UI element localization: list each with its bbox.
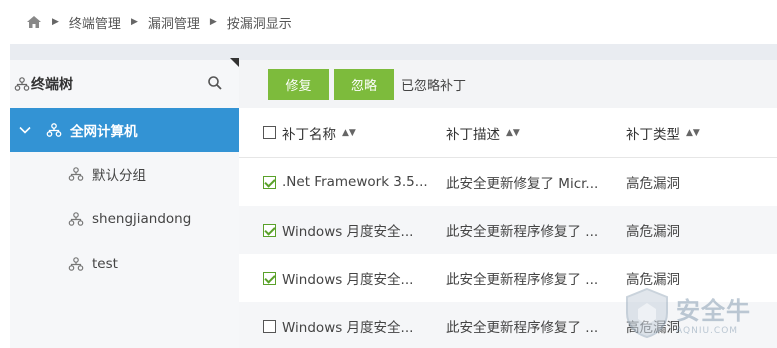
column-label: 补丁类型 — [626, 126, 680, 143]
chevron-right-icon: ▶ — [209, 17, 217, 27]
table-row[interactable]: .Net Framework 3.5... 此安全更新修复了 Micr... 高… — [239, 158, 777, 206]
tree-node-test[interactable]: test — [10, 242, 239, 286]
row-checkbox[interactable] — [263, 223, 276, 237]
network-icon — [68, 212, 84, 226]
tree-node-label: shengjiandong — [92, 211, 192, 227]
network-icon — [14, 77, 30, 91]
ignored-patches-link[interactable]: 已忽略补丁 — [401, 75, 466, 94]
patch-type: 高危漏洞 — [626, 224, 680, 240]
patch-desc: 此安全更新修复了 Micr... — [446, 176, 599, 192]
tree-node-shengjiandong[interactable]: shengjiandong — [10, 197, 239, 241]
row-checkbox[interactable] — [263, 175, 276, 189]
tree-title: 终端树 — [31, 77, 73, 93]
sort-icon[interactable]: ▲▼ — [342, 128, 356, 138]
shield-logo-icon — [626, 287, 668, 339]
column-label: 补丁名称 — [282, 126, 336, 143]
tree-node-all-computers[interactable]: 全网计算机 — [10, 108, 239, 152]
network-icon — [68, 257, 84, 271]
chevron-down-icon[interactable] — [18, 123, 32, 137]
chevron-right-icon: ▶ — [52, 17, 59, 27]
patch-name: Windows 月度安全... — [282, 320, 414, 336]
breadcrumb: ▶ 终端管理 ▶ 漏洞管理 ▶ 按漏洞显示 — [0, 0, 777, 44]
patch-name: .Net Framework 3.5... — [282, 174, 428, 190]
tree-node-label: test — [92, 256, 118, 272]
column-label: 补丁描述 — [446, 126, 500, 143]
patch-name: Windows 月度安全... — [282, 272, 414, 288]
breadcrumb-item-current: 按漏洞显示 — [226, 16, 292, 32]
watermark-subtext: AQNIU.COM — [676, 325, 739, 336]
sort-icon[interactable]: ▲▼ — [506, 128, 520, 138]
search-icon[interactable] — [207, 75, 223, 91]
table-row[interactable]: Windows 月度安全... 此安全更新程序修复了 ... 高危漏洞 — [239, 206, 777, 254]
fix-button[interactable]: 修复 — [268, 68, 329, 100]
sort-icon[interactable]: ▲▼ — [686, 128, 700, 138]
tree-node-default-group[interactable]: 默认分组 — [10, 152, 239, 196]
column-header-type[interactable]: 补丁类型 ▲▼ — [626, 108, 766, 157]
ignore-button[interactable]: 忽略 — [334, 68, 394, 100]
patch-desc: 此安全更新程序修复了 ... — [446, 224, 599, 240]
watermark: 安全牛 AQNIU.COM — [624, 282, 774, 344]
select-all-checkbox[interactable] — [263, 126, 276, 139]
column-header-desc[interactable]: 补丁描述 ▲▼ — [446, 108, 616, 157]
patch-type: 高危漏洞 — [626, 176, 680, 192]
patch-desc: 此安全更新程序修复了 ... — [446, 320, 599, 336]
row-checkbox[interactable] — [263, 271, 276, 285]
column-header-name[interactable]: 补丁名称 ▲▼ — [263, 108, 433, 157]
terminal-tree-panel: 终端树 全网计算机 默认分组 shengjiandong test — [10, 60, 239, 348]
home-icon[interactable] — [26, 15, 42, 29]
patch-desc: 此安全更新程序修复了 ... — [446, 272, 599, 288]
tree-header: 终端树 — [10, 60, 239, 108]
breadcrumb-item-terminal[interactable]: 终端管理 — [69, 13, 121, 32]
network-icon — [68, 167, 84, 181]
network-icon — [46, 123, 62, 137]
breadcrumb-item-vuln[interactable]: 漏洞管理 — [148, 13, 200, 32]
tree-node-label: 默认分组 — [92, 168, 146, 184]
patch-name: Windows 月度安全... — [282, 224, 414, 240]
watermark-text: 安全牛 — [676, 296, 751, 325]
table-header: 补丁名称 ▲▼ 补丁描述 ▲▼ 补丁类型 ▲▼ — [239, 108, 777, 158]
row-checkbox[interactable] — [263, 319, 276, 333]
chevron-right-icon: ▶ — [130, 17, 138, 27]
collapse-corner-icon[interactable] — [230, 58, 239, 67]
tree-node-label: 全网计算机 — [70, 124, 138, 140]
toolbar: 修复 忽略 已忽略补丁 — [239, 60, 777, 108]
